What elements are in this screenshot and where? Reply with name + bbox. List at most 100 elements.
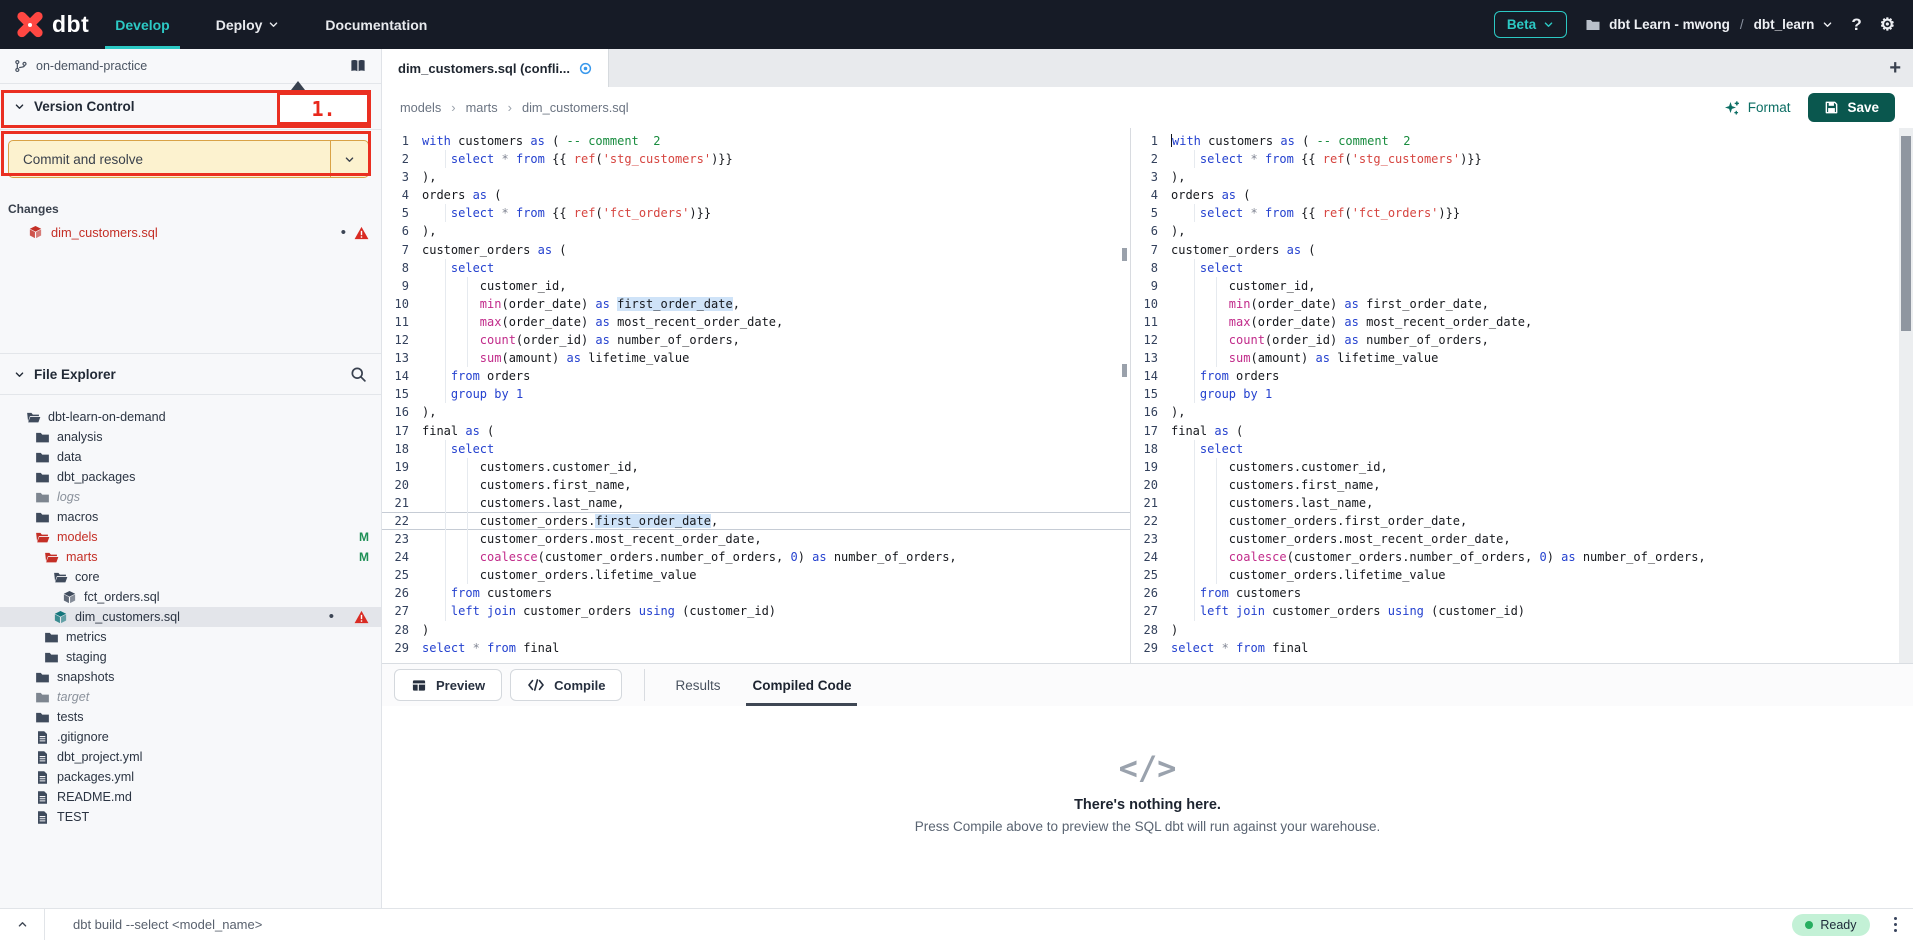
tab-dim-customers[interactable]: dim_customers.sql (confli... xyxy=(382,49,609,87)
code-line[interactable]: 19 customers.customer_id, xyxy=(1131,458,1899,476)
editor-pane-left[interactable]: 1with customers as ( -- comment 22 selec… xyxy=(382,128,1130,695)
code-line[interactable]: 21 customers.last_name, xyxy=(382,494,1130,512)
code-line[interactable]: 3), xyxy=(1131,168,1899,186)
tree-item-fct-orders-sql[interactable]: fct_orders.sql xyxy=(0,587,381,607)
changed-file-dim-customers[interactable]: dim_customers.sql • xyxy=(0,220,381,245)
tree-item-core[interactable]: core xyxy=(0,567,381,587)
preview-button[interactable]: Preview xyxy=(394,669,502,701)
search-icon[interactable] xyxy=(350,366,367,383)
unsaved-circle-dot-icon[interactable] xyxy=(579,62,592,75)
tree-item-dbt-learn-on-demand[interactable]: dbt-learn-on-demand xyxy=(0,407,381,427)
code-line[interactable]: 21 customers.last_name, xyxy=(1131,494,1899,512)
breadcrumb-models[interactable]: models xyxy=(400,100,441,115)
code-line[interactable]: 4orders as ( xyxy=(1131,186,1899,204)
code-line[interactable]: 20 customers.first_name, xyxy=(1131,476,1899,494)
scrollbar-thumb[interactable] xyxy=(1901,136,1911,331)
code-line[interactable]: 23 customer_orders.most_recent_order_dat… xyxy=(382,530,1130,548)
code-line[interactable]: 7customer_orders as ( xyxy=(382,241,1130,259)
code-line[interactable]: 8 select xyxy=(382,259,1130,277)
code-line[interactable]: 24 coalesce(customer_orders.number_of_or… xyxy=(382,548,1130,566)
breadcrumb-file[interactable]: dim_customers.sql xyxy=(522,100,629,115)
code-line[interactable]: 16), xyxy=(382,403,1130,421)
code-line[interactable]: 18 select xyxy=(1131,440,1899,458)
code-line[interactable]: 3), xyxy=(382,168,1130,186)
command-bar-expand-button[interactable] xyxy=(0,919,44,930)
tree-item-models[interactable]: modelsM xyxy=(0,527,381,547)
tree-item-packages-yml[interactable]: packages.yml xyxy=(0,767,381,787)
code-line[interactable]: 25 customer_orders.lifetime_value xyxy=(382,566,1130,584)
dbt-logo[interactable]: dbt xyxy=(0,0,109,49)
kebab-menu-icon[interactable] xyxy=(1884,917,1908,933)
file-explorer-header[interactable]: File Explorer xyxy=(0,353,381,395)
tree-item-tests[interactable]: tests xyxy=(0,707,381,727)
editor-pane-right[interactable]: 1with customers as ( -- comment 22 selec… xyxy=(1131,128,1899,695)
code-line[interactable]: 12 count(order_id) as number_of_orders, xyxy=(382,331,1130,349)
code-line[interactable]: 15 group by 1 xyxy=(1131,385,1899,403)
code-line[interactable]: 27 left join customer_orders using (cust… xyxy=(1131,602,1899,620)
code-line[interactable]: 2 select * from {{ ref('stg_customers')}… xyxy=(382,150,1130,168)
tree-item-dim-customers-sql[interactable]: dim_customers.sql• xyxy=(0,607,381,627)
code-line[interactable]: 1with customers as ( -- comment 2 xyxy=(1131,132,1899,150)
format-button[interactable]: Format xyxy=(1724,100,1791,116)
tree-item-metrics[interactable]: metrics xyxy=(0,627,381,647)
code-line[interactable]: 28) xyxy=(1131,621,1899,639)
help-button[interactable]: ? xyxy=(1851,15,1861,35)
code-line[interactable]: 26 from customers xyxy=(1131,584,1899,602)
commit-and-resolve-button[interactable]: Commit and resolve xyxy=(8,140,369,178)
code-line[interactable]: 5 select * from {{ ref('fct_orders')}} xyxy=(382,204,1130,222)
code-line[interactable]: 14 from orders xyxy=(382,367,1130,385)
code-line[interactable]: 24 coalesce(customer_orders.number_of_or… xyxy=(1131,548,1899,566)
code-line[interactable]: 2 select * from {{ ref('stg_customers')}… xyxy=(1131,150,1899,168)
code-line[interactable]: 16), xyxy=(1131,403,1899,421)
code-line[interactable]: 23 customer_orders.most_recent_order_dat… xyxy=(1131,530,1899,548)
code-line[interactable]: 20 customers.first_name, xyxy=(382,476,1130,494)
tree-item-macros[interactable]: macros xyxy=(0,507,381,527)
code-line[interactable]: 17final as ( xyxy=(382,422,1130,440)
tab-compiled-code[interactable]: Compiled Code xyxy=(736,664,867,706)
settings-gear-button[interactable]: ⚙ xyxy=(1880,15,1895,35)
account-switcher[interactable]: dbt Learn - mwong / dbt_learn xyxy=(1585,17,1833,33)
save-button[interactable]: Save xyxy=(1808,93,1895,122)
code-line[interactable]: 13 sum(amount) as lifetime_value xyxy=(1131,349,1899,367)
code-line[interactable]: 17final as ( xyxy=(1131,422,1899,440)
code-line[interactable]: 13 sum(amount) as lifetime_value xyxy=(382,349,1130,367)
code-line[interactable]: 1with customers as ( -- comment 2 xyxy=(382,132,1130,150)
code-line[interactable]: 28) xyxy=(382,621,1130,639)
code-line[interactable]: 22 customer_orders.first_order_date, xyxy=(382,512,1130,530)
code-line[interactable]: 5 select * from {{ ref('fct_orders')}} xyxy=(1131,204,1899,222)
nav-item-documentation[interactable]: Documentation xyxy=(319,0,433,49)
code-line[interactable]: 8 select xyxy=(1131,259,1899,277)
version-control-header[interactable]: Version Control xyxy=(0,84,381,130)
branch-name[interactable]: on-demand-practice xyxy=(36,59,147,73)
tree-item-marts[interactable]: martsM xyxy=(0,547,381,567)
tree-item-analysis[interactable]: analysis xyxy=(0,427,381,447)
code-line[interactable]: 19 customers.customer_id, xyxy=(382,458,1130,476)
tree-item-readme-md[interactable]: README.md xyxy=(0,787,381,807)
code-line[interactable]: 12 count(order_id) as number_of_orders, xyxy=(1131,331,1899,349)
code-line[interactable]: 9 customer_id, xyxy=(1131,277,1899,295)
code-line[interactable]: 11 max(order_date) as most_recent_order_… xyxy=(1131,313,1899,331)
tree-item-data[interactable]: data xyxy=(0,447,381,467)
code-line[interactable]: 29select * from final xyxy=(1131,639,1899,657)
tree-item-snapshots[interactable]: snapshots xyxy=(0,667,381,687)
compile-button[interactable]: Compile xyxy=(510,669,622,701)
nav-item-develop[interactable]: Develop xyxy=(109,0,175,49)
code-line[interactable]: 9 customer_id, xyxy=(382,277,1130,295)
code-line[interactable]: 14 from orders xyxy=(1131,367,1899,385)
code-line[interactable]: 25 customer_orders.lifetime_value xyxy=(1131,566,1899,584)
commit-dropdown-toggle[interactable] xyxy=(330,141,368,177)
editor-scrollbar-marks[interactable] xyxy=(1122,128,1128,695)
code-line[interactable]: 6), xyxy=(382,222,1130,240)
code-line[interactable]: 15 group by 1 xyxy=(382,385,1130,403)
docs-book-icon[interactable] xyxy=(349,58,367,74)
tree-item-dbt-project-yml[interactable]: dbt_project.yml xyxy=(0,747,381,767)
tree-item-logs[interactable]: logs xyxy=(0,487,381,507)
new-tab-plus-icon[interactable]: + xyxy=(1877,57,1913,80)
code-line[interactable]: 6), xyxy=(1131,222,1899,240)
tab-results[interactable]: Results xyxy=(659,664,736,706)
code-line[interactable]: 18 select xyxy=(382,440,1130,458)
tree-item-staging[interactable]: staging xyxy=(0,647,381,667)
tree-item-dbt-packages[interactable]: dbt_packages xyxy=(0,467,381,487)
tree-item-target[interactable]: target xyxy=(0,687,381,707)
tree-item-test[interactable]: TEST xyxy=(0,807,381,827)
